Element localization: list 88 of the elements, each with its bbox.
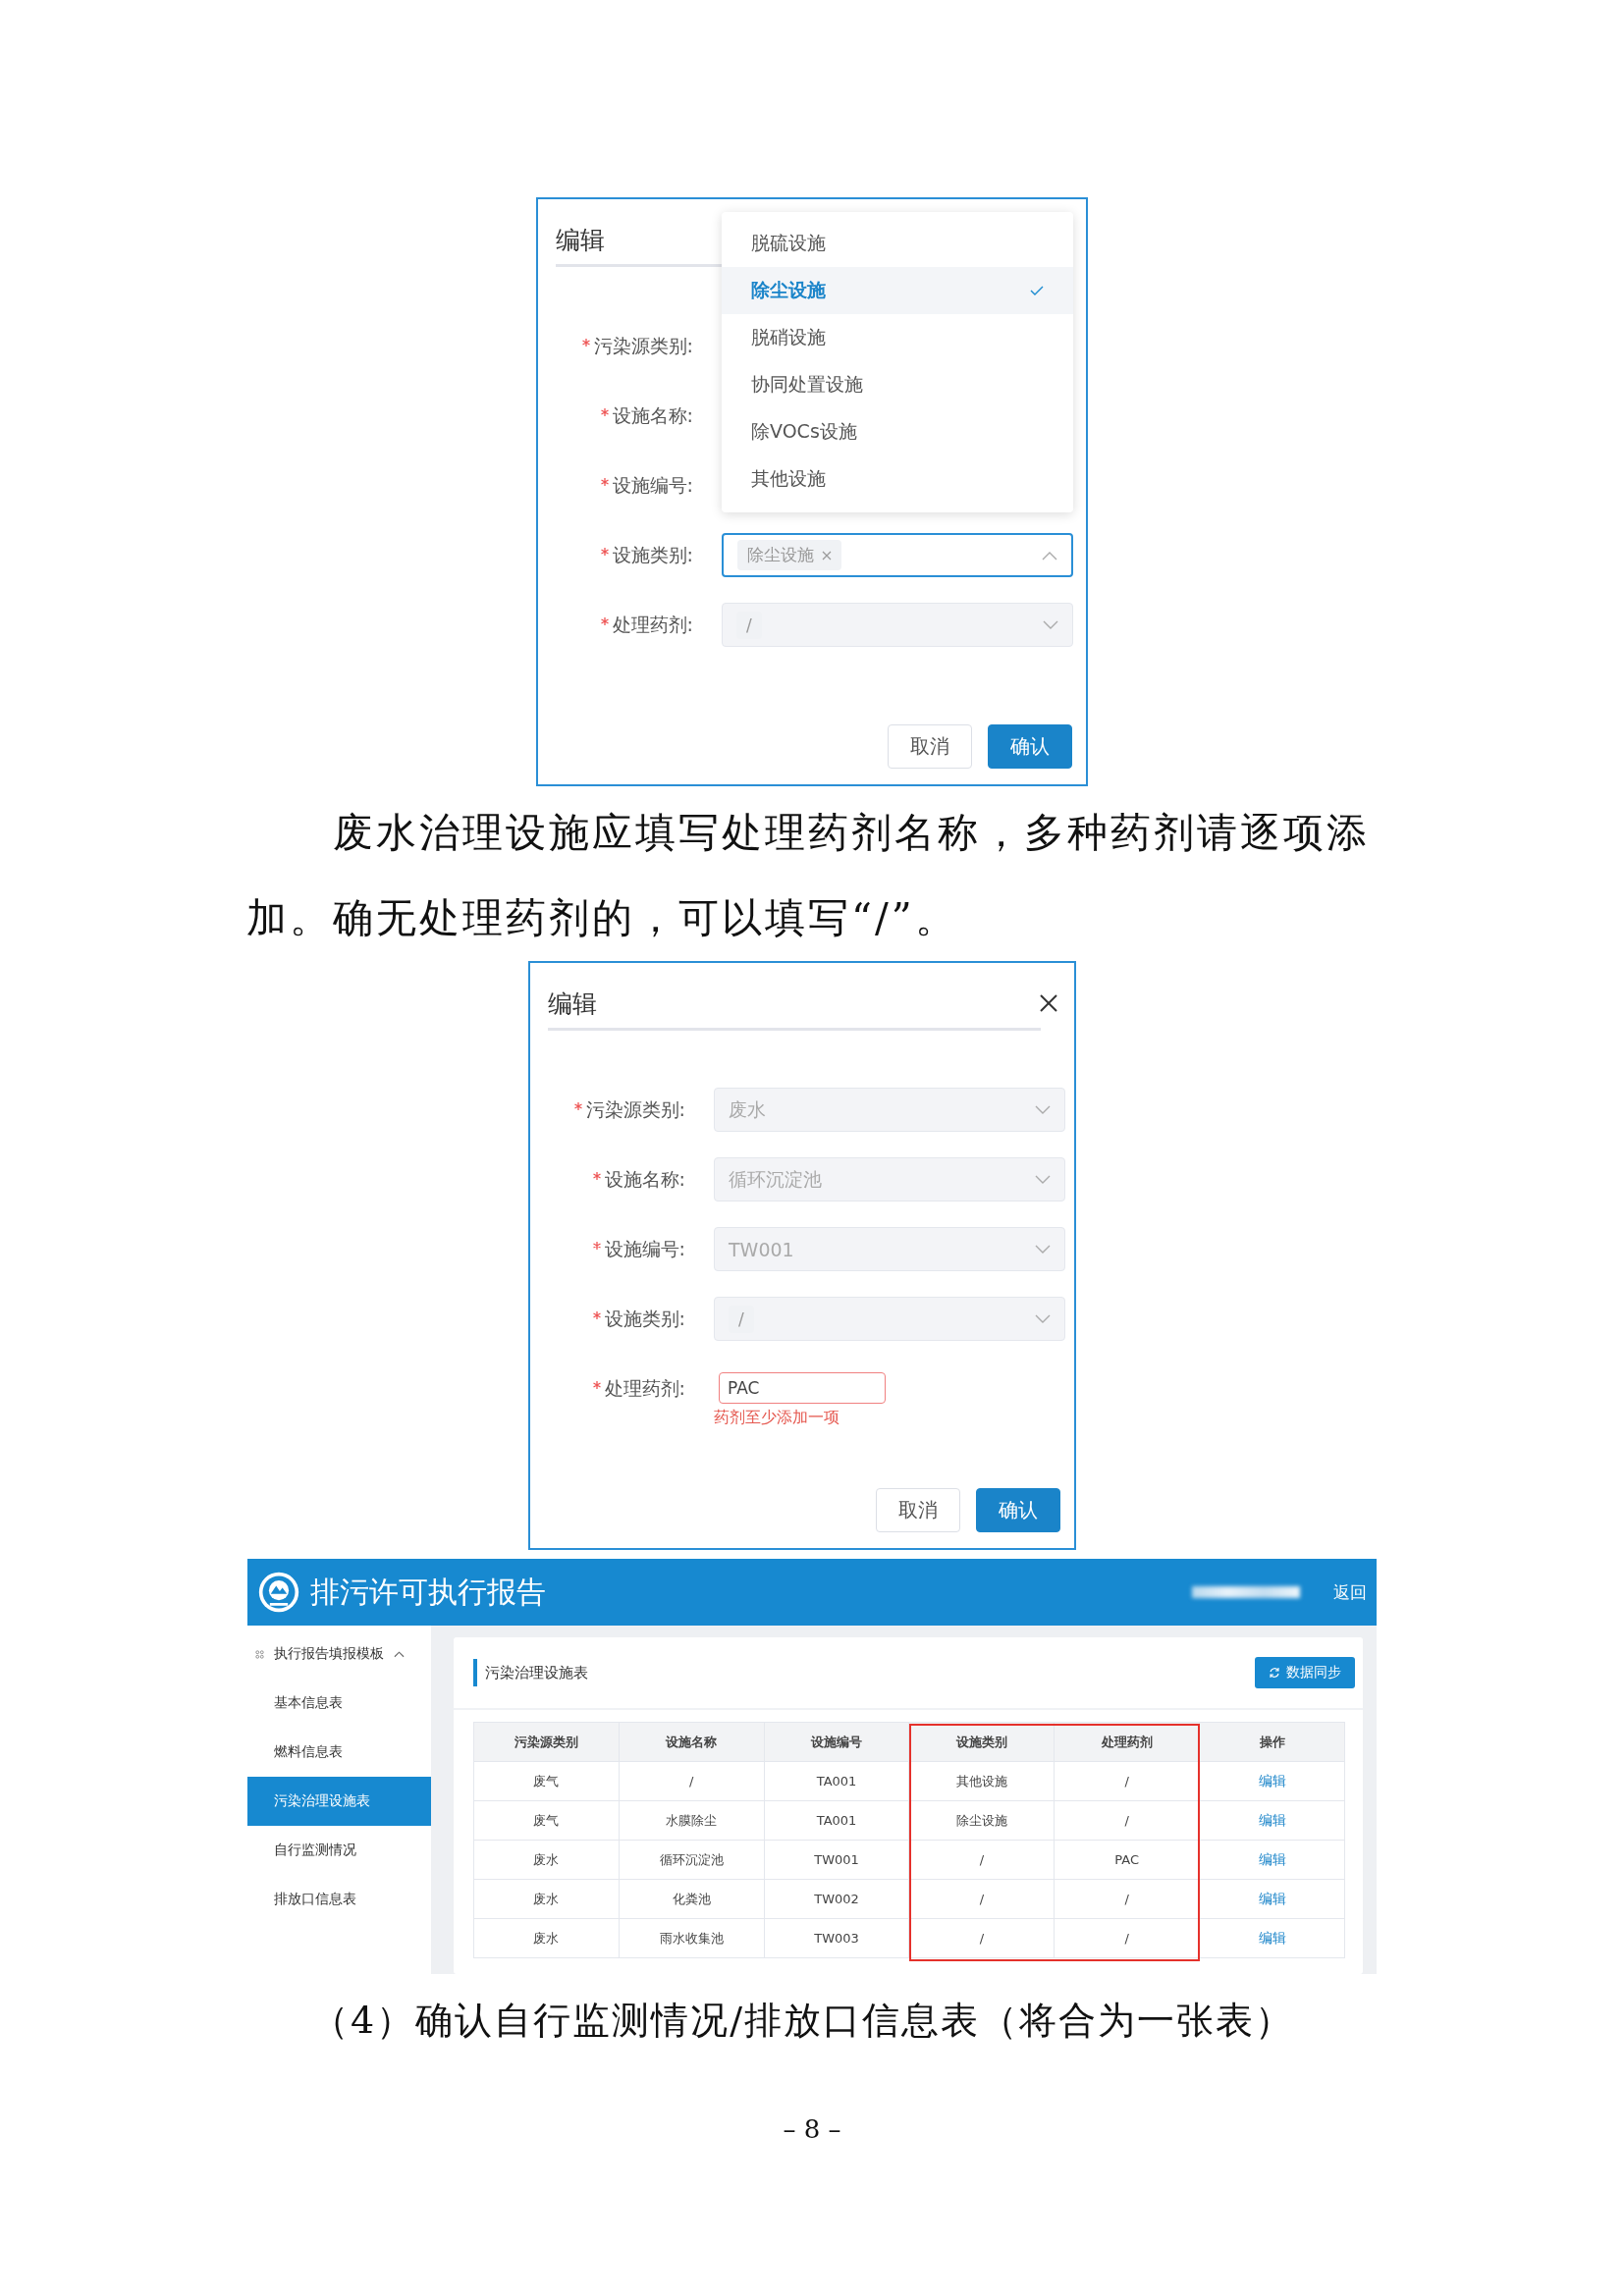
chevron-down-icon (1035, 1313, 1051, 1324)
table-cell: / (1055, 1801, 1201, 1841)
table-cell: / (1055, 1919, 1201, 1958)
column-header: 设施类别 (909, 1723, 1056, 1762)
chevron-down-icon (1043, 619, 1058, 630)
field-label: 设施名称: (604, 1166, 685, 1192)
chevron-down-icon (1035, 1104, 1051, 1115)
dropdown-option[interactable]: 协同处置设施 (722, 361, 1073, 408)
chevron-down-icon (1035, 1244, 1051, 1255)
dropdown-option[interactable]: 其他设施 (722, 455, 1073, 503)
field-label: 设施类别: (604, 1306, 685, 1331)
remove-icon[interactable] (822, 550, 832, 561)
table-cell: 其他设施 (909, 1762, 1056, 1801)
sync-button[interactable]: 数据同步 (1255, 1657, 1355, 1688)
table-cell: TW001 (764, 1841, 910, 1880)
sidebar-item[interactable]: 燃料信息表 (247, 1728, 431, 1777)
table-cell: / (909, 1919, 1056, 1958)
refresh-icon (1269, 1667, 1280, 1679)
tag: 除尘设施 (737, 540, 841, 570)
dropdown-option[interactable]: 脱硫设施 (722, 220, 1073, 267)
dropdown-option[interactable]: 除尘设施 (722, 267, 1073, 314)
back-link[interactable]: 返回 (1333, 1580, 1367, 1604)
field-label: 处理药剂: (612, 612, 693, 637)
column-header: 设施编号 (764, 1723, 910, 1762)
table-cell: / (619, 1762, 765, 1801)
table-cell: 废水 (474, 1880, 620, 1919)
sidebar-item[interactable]: 污染治理设施表 (247, 1777, 431, 1826)
field-label: 设施名称: (612, 402, 693, 428)
dialog-title: 编辑 (556, 224, 605, 256)
table-cell: 水膜除尘 (619, 1801, 765, 1841)
section-heading: （4）确认自行监测情况/排放口信息表（将合为一张表） (311, 1998, 1295, 2044)
edit-link[interactable]: 编辑 (1258, 1811, 1286, 1830)
app-title: 排污许可执行报告 (310, 1573, 546, 1611)
dropdown-option[interactable]: 除VOCs设施 (722, 408, 1073, 455)
input-field[interactable]: PAC (719, 1372, 886, 1404)
chevron-down-icon (1035, 1174, 1051, 1185)
column-header: 处理药剂 (1055, 1723, 1201, 1762)
table-cell: 废水 (474, 1919, 620, 1958)
chevron-up-icon (1042, 550, 1057, 561)
cancel-button[interactable]: 取消 (888, 724, 972, 769)
confirm-button[interactable]: 确认 (988, 724, 1072, 769)
confirm-button[interactable]: 确认 (976, 1488, 1060, 1532)
tag-select-field[interactable]: 除尘设施 (722, 533, 1073, 577)
page-number: – 8 – (783, 2114, 841, 2144)
table-cell: TA001 (764, 1801, 910, 1841)
close-icon[interactable] (1039, 993, 1058, 1013)
table-cell: TW003 (764, 1919, 910, 1958)
table-cell: / (1055, 1880, 1201, 1919)
table-cell: 废气 (474, 1801, 620, 1841)
edit-link[interactable]: 编辑 (1258, 1772, 1286, 1790)
body-paragraph: 废水治理设施应填写处理药剂名称，多种药剂请逐项添加。确无处理药剂的，可以填写“/”。 (246, 808, 1371, 943)
column-header: 设施名称 (619, 1723, 765, 1762)
table-cell: TW002 (764, 1880, 910, 1919)
table-cell: 废水 (474, 1841, 620, 1880)
column-header: 污染源类别 (474, 1723, 620, 1762)
check-icon (1030, 286, 1044, 295)
dialog-title: 编辑 (548, 988, 597, 1020)
panel-title: 污染治理设施表 (473, 1659, 588, 1686)
table-cell: TA001 (764, 1762, 910, 1801)
field-label: 设施编号: (612, 472, 693, 498)
edit-link[interactable]: 编辑 (1258, 1850, 1286, 1869)
table-cell: 化粪池 (619, 1880, 765, 1919)
field-label: 污染源类别: (585, 1096, 685, 1122)
chevron-up-icon (394, 1650, 405, 1658)
table-cell: 废气 (474, 1762, 620, 1801)
sidebar-group[interactable]: 执行报告填报模板 (247, 1641, 431, 1667)
table-cell: / (1055, 1762, 1201, 1801)
column-header: 操作 (1200, 1723, 1345, 1762)
cancel-button[interactable]: 取消 (876, 1488, 960, 1532)
dropdown-option[interactable]: 脱硝设施 (722, 314, 1073, 361)
table-cell: 除尘设施 (909, 1801, 1056, 1841)
edit-link[interactable]: 编辑 (1258, 1929, 1286, 1948)
field-label: 设施类别: (612, 542, 693, 567)
table-cell: 循环沉淀池 (619, 1841, 765, 1880)
table-cell: / (909, 1880, 1056, 1919)
field-label: 污染源类别: (593, 333, 693, 358)
emblem-icon (257, 1571, 300, 1614)
sidebar-item[interactable]: 自行监测情况 (247, 1826, 431, 1875)
field-label: 设施编号: (604, 1236, 685, 1261)
error-message: 药剂至少添加一项 (714, 1408, 840, 1428)
sidebar-item[interactable]: 排放口信息表 (247, 1875, 431, 1924)
table-cell: 雨水收集池 (619, 1919, 765, 1958)
sidebar-item[interactable]: 基本信息表 (247, 1679, 431, 1728)
edit-link[interactable]: 编辑 (1258, 1890, 1286, 1908)
table-cell: PAC (1055, 1841, 1201, 1880)
grid-icon (255, 1649, 264, 1659)
field-label: 处理药剂: (604, 1375, 685, 1401)
table-cell: / (909, 1841, 1056, 1880)
